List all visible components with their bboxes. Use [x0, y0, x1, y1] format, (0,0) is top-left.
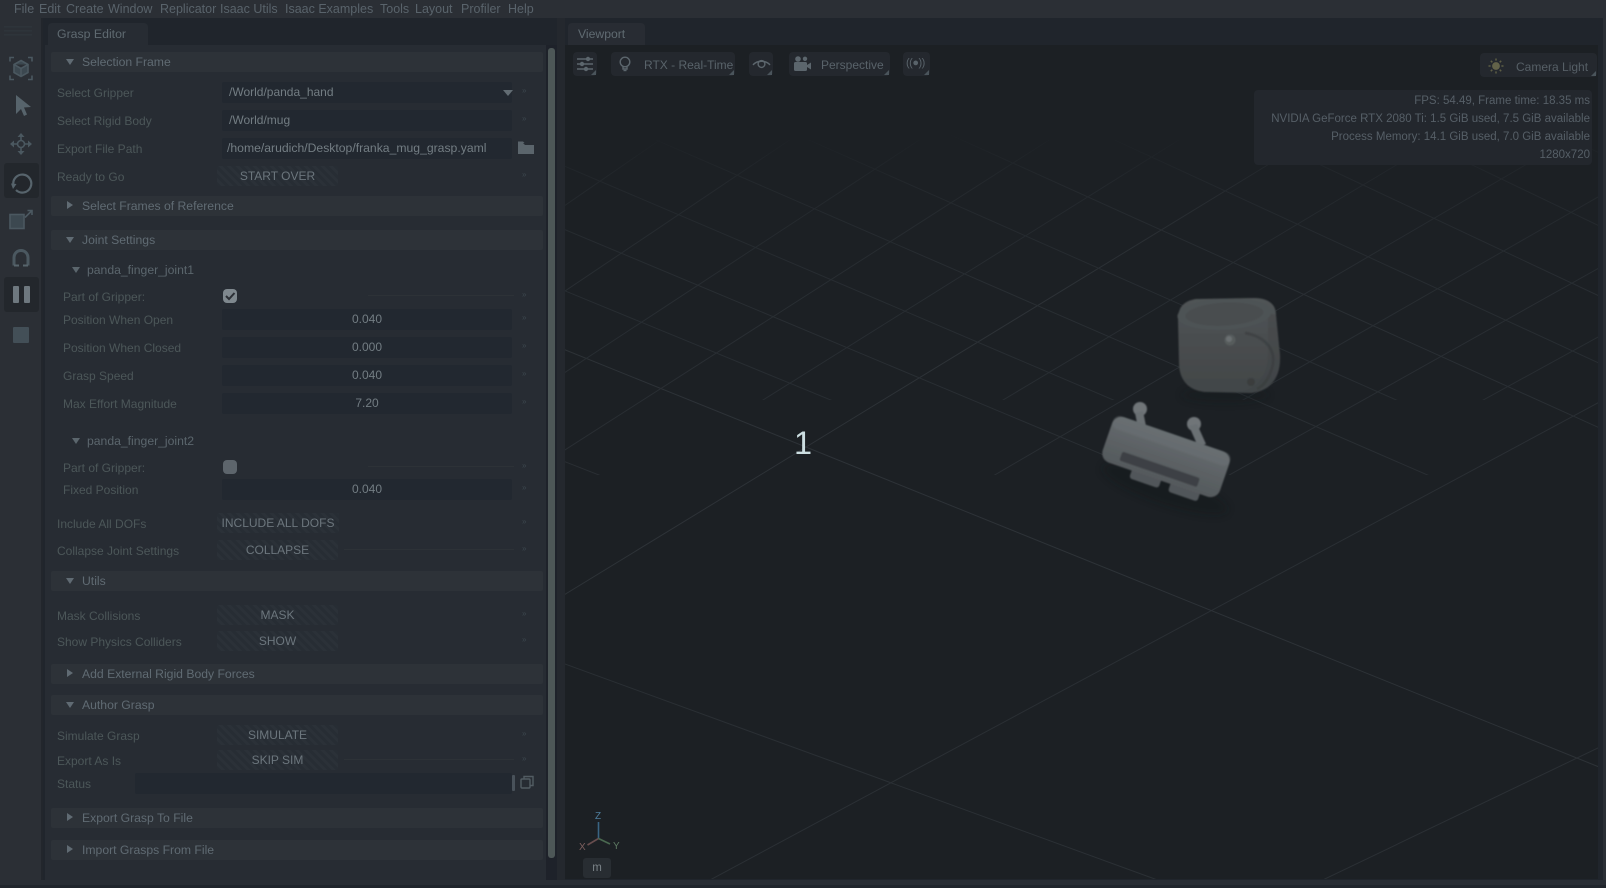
svg-text:Y: Y [613, 841, 620, 852]
svg-text:X: X [579, 842, 586, 853]
svg-text:Z: Z [595, 811, 601, 822]
